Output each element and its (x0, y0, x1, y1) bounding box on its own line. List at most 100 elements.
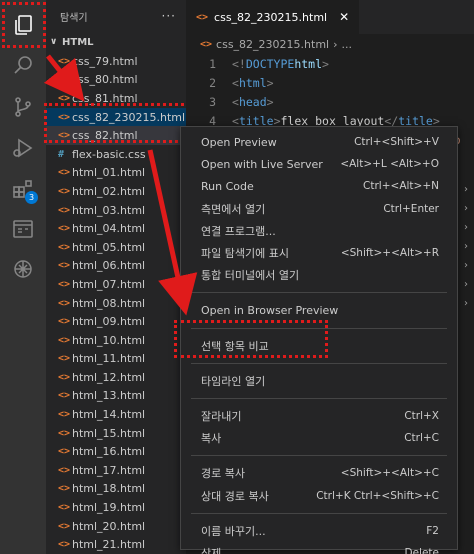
tab-css-82-230215[interactable]: <> css_82_230215.html ✕ (186, 0, 360, 34)
menu-item-shortcut: Ctrl+<Shift>+V (354, 136, 439, 149)
menu-item-label: Open in Browser Preview (201, 303, 339, 317)
chevron-down-icon: ∨ (50, 37, 58, 47)
file-item[interactable]: <> html_21.html (46, 535, 186, 554)
css-file-icon: # (58, 148, 65, 160)
menu-item-label: 타임라인 열기 (201, 374, 266, 388)
file-item[interactable]: <> html_06.html (46, 257, 186, 276)
html-file-icon: <> (58, 55, 71, 67)
menu-item[interactable]: 파일 탐색기에 표시 <Shift>+<Alt>+R (181, 242, 457, 264)
activity-bar: 3 (0, 0, 46, 554)
html-file-icon: <> (58, 74, 71, 86)
line-number: 2 (209, 75, 216, 90)
run-debug-icon[interactable] (8, 133, 38, 163)
html-file-icon: <> (58, 223, 71, 235)
menu-item-shortcut: <Shift>+<Alt>+R (340, 247, 439, 260)
file-name: html_18.html (72, 482, 146, 496)
file-name: html_04.html (72, 222, 146, 236)
menu-item[interactable]: 잘라내기 Ctrl+X (181, 405, 457, 427)
menu-item-label: 통합 터미널에서 열기 (201, 269, 300, 283)
file-item[interactable]: <> html_16.html (46, 442, 186, 461)
file-item[interactable]: <> html_18.html (46, 480, 186, 499)
file-item[interactable]: # flex-basic.css (46, 145, 186, 164)
sidebar-title: 탐색기 (60, 12, 88, 24)
file-item[interactable]: <> html_02.html (46, 182, 186, 201)
remote-explorer-icon[interactable] (8, 214, 38, 244)
file-item[interactable]: <> html_07.html (46, 275, 186, 294)
html-file-icon: <> (58, 427, 71, 439)
sidebar-header: 탐색기 ··· (46, 0, 186, 32)
code-token: > (322, 56, 329, 71)
extensions-icon[interactable]: 3 (8, 174, 38, 204)
file-item[interactable]: <> html_15.html (46, 424, 186, 443)
menu-item[interactable]: Open in Browser Preview (181, 299, 457, 321)
openai-icon[interactable] (8, 254, 38, 284)
source-control-icon[interactable] (8, 92, 38, 122)
menu-item[interactable]: Run Code Ctrl+<Alt>+N (181, 175, 457, 197)
search-icon[interactable] (8, 50, 38, 80)
menu-item-shortcut: Ctrl+C (404, 432, 439, 445)
menu-item-label: 연결 프로그램... (201, 224, 276, 238)
tab-label: css_82_230215.html (214, 10, 328, 24)
file-item[interactable]: <> html_11.html (46, 350, 186, 369)
menu-item[interactable]: 삭제 Delete (181, 542, 457, 554)
breadcrumb[interactable]: <> css_82_230215.html › ... (186, 34, 474, 54)
file-name: html_05.html (72, 240, 146, 254)
code-token: < (232, 94, 239, 109)
file-item[interactable]: <> html_05.html (46, 238, 186, 257)
menu-separator (191, 397, 447, 399)
menu-item-label: 복사 (201, 432, 222, 446)
menu-item-shortcut: F2 (426, 524, 439, 537)
file-item[interactable]: <> html_03.html (46, 201, 186, 220)
file-item[interactable]: <> html_12.html (46, 368, 186, 387)
menu-item[interactable]: 측면에서 열기 Ctrl+Enter (181, 198, 457, 220)
code-token: < (232, 75, 239, 90)
file-name: html_03.html (72, 203, 146, 217)
menu-item[interactable]: 통합 터미널에서 열기 (181, 264, 457, 286)
menu-item[interactable]: 경로 복사 <Shift>+<Alt>+C (181, 462, 457, 484)
html-file-icon: <> (58, 167, 71, 179)
html-file-icon: <> (58, 241, 71, 253)
menu-separator (191, 455, 447, 457)
more-actions-button[interactable]: ··· (162, 9, 176, 23)
menu-item-label: Run Code (201, 179, 254, 193)
html-file-icon: <> (58, 390, 71, 402)
html-file-icon: <> (58, 371, 71, 383)
file-item[interactable]: <> css_79.html (46, 52, 186, 71)
menu-item[interactable]: 연결 프로그램... (181, 220, 457, 242)
file-name: flex-basic.css (72, 147, 146, 161)
html-file-icon: <> (58, 464, 71, 476)
file-item[interactable]: <> css_80.html (46, 71, 186, 90)
html-file-icon: <> (58, 334, 71, 346)
file-name: html_16.html (72, 445, 146, 459)
breadcrumb-file[interactable]: css_82_230215.html (216, 38, 329, 51)
breadcrumb-more[interactable]: ... (342, 38, 353, 51)
html-file-icon: <> (58, 502, 71, 514)
file-item[interactable]: <> html_17.html (46, 461, 186, 480)
file-name: html_11.html (72, 352, 146, 366)
file-name: html_09.html (72, 315, 146, 329)
file-item[interactable]: <> html_19.html (46, 498, 186, 517)
menu-separator (191, 292, 447, 294)
menu-item[interactable]: 이름 바꾸기... F2 (181, 520, 457, 542)
editor-peek-marks: › › › › › › › (464, 184, 468, 309)
file-name: html_15.html (72, 426, 146, 440)
menu-item[interactable]: Open Preview Ctrl+<Shift>+V (181, 131, 457, 153)
html-file-icon: <> (200, 38, 213, 50)
file-item[interactable]: <> html_14.html (46, 405, 186, 424)
file-item[interactable]: <> html_09.html (46, 312, 186, 331)
file-item[interactable]: <> html_13.html (46, 387, 186, 406)
code-token: html (238, 75, 267, 90)
file-item[interactable]: <> html_20.html (46, 517, 186, 536)
file-item[interactable]: <> html_04.html (46, 219, 186, 238)
file-item[interactable]: <> html_01.html (46, 164, 186, 183)
menu-item[interactable]: 상대 경로 복사 Ctrl+K Ctrl+<Shift>+C (181, 484, 457, 506)
folder-html[interactable]: ∨ HTML (46, 32, 186, 52)
file-item[interactable]: <> html_08.html (46, 294, 186, 313)
menu-item[interactable]: 복사 Ctrl+C (181, 427, 457, 449)
menu-item[interactable]: 타임라인 열기 (181, 370, 457, 392)
close-icon[interactable]: ✕ (339, 10, 349, 24)
menu-item[interactable]: Open with Live Server <Alt>+L <Alt>+O (181, 153, 457, 175)
file-name: css_80.html (72, 73, 138, 87)
file-item[interactable]: <> html_10.html (46, 331, 186, 350)
menu-item-label: Open with Live Server (201, 157, 323, 171)
